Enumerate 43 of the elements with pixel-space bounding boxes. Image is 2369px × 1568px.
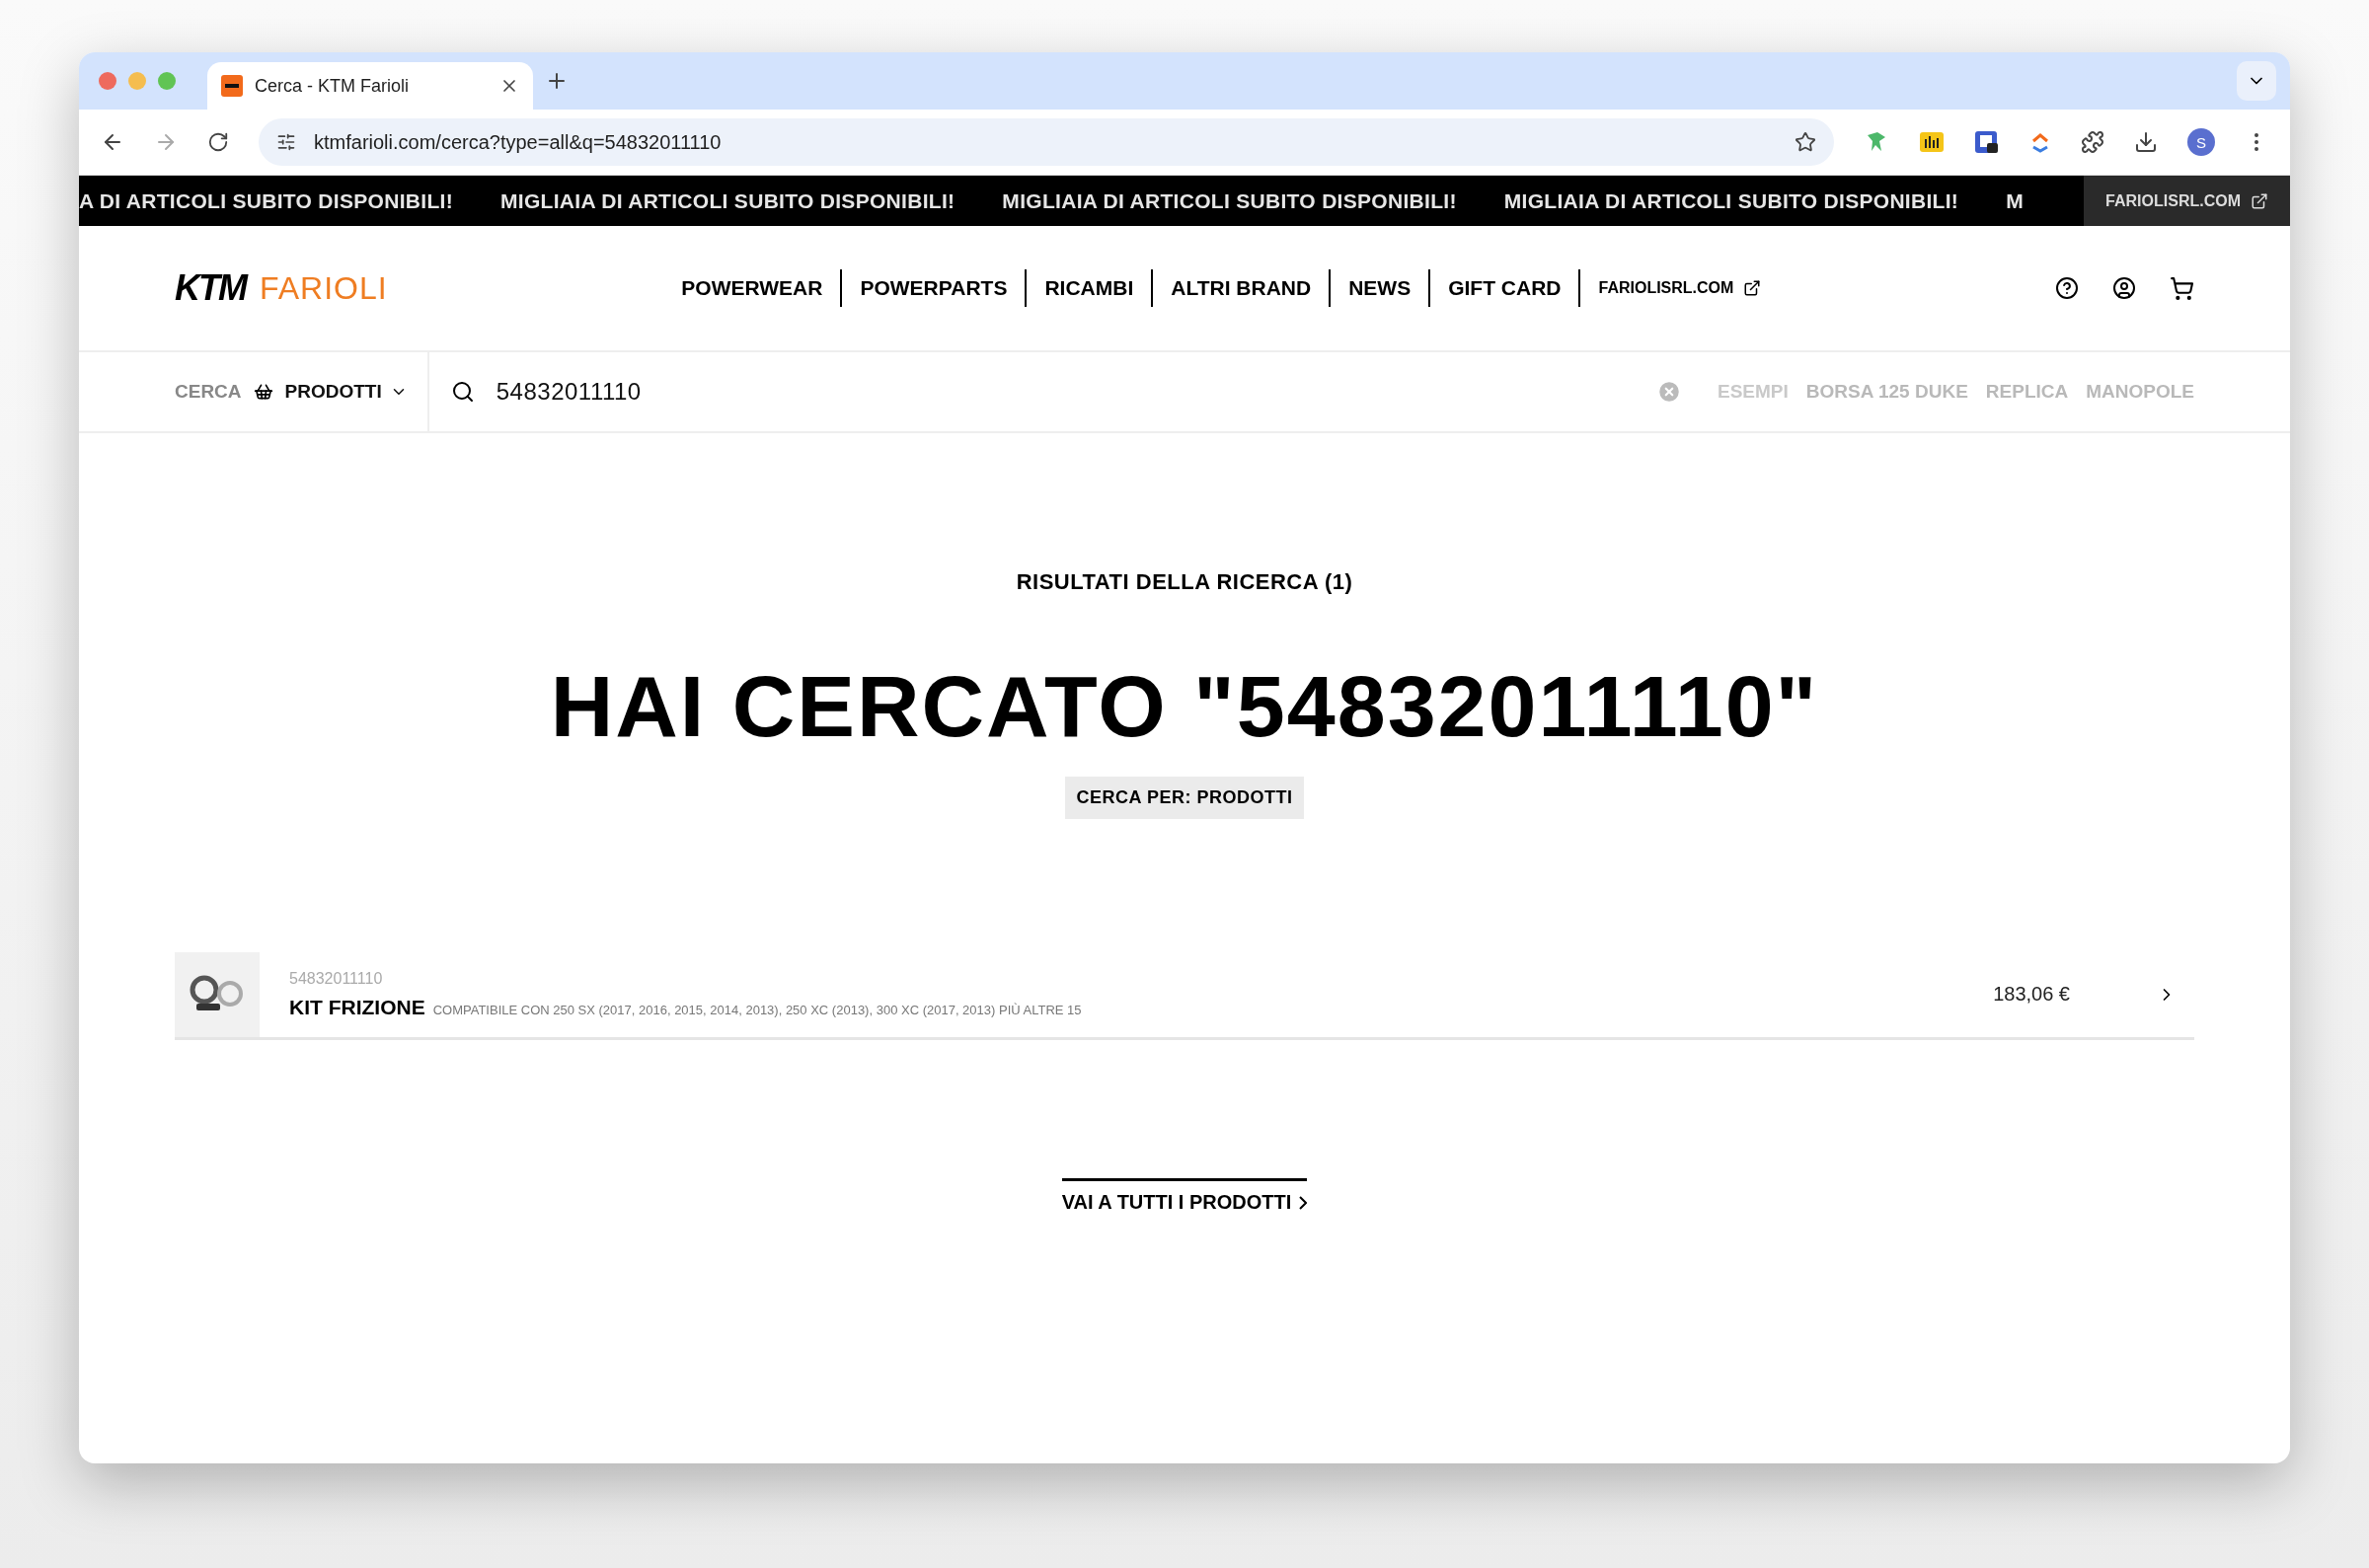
chevron-right-icon [1299,1195,1308,1210]
basket-icon [253,382,273,402]
search-title: HAI CERCATO "54832011110" [550,656,1819,757]
nav-link[interactable]: NEWS [1329,269,1429,307]
nav-link[interactable]: ALTRI BRAND [1151,269,1330,307]
extensions-puzzle-icon[interactable] [2081,130,2104,154]
compatibility-text: COMPATIBILE CON 250 SX (2017, 2016, 2015, 2014, 2013), 250 XC (2013), 300 XC (2017, 2013) PIÙ ALTRE 15 [432,1002,1082,1017]
help-icon[interactable] [2055,275,2079,301]
browser-tab[interactable]: Cerca - KTM Farioli [207,62,533,110]
profile-avatar[interactable]: S [2187,128,2215,156]
scope-dropdown[interactable]: PRODOTTI [284,381,408,403]
nav-link[interactable]: RICAMBI [1025,269,1152,307]
product-row[interactable]: 54832011110 KIT FRIZIONE COMPATIBILE CON 250 SX (2017, 2016, 2015, 2014, 2013), 250 XC (2013), 300 XC (2017, 2013) PIÙ ALTRE 15 183,06 € [175,951,2194,1040]
announcement-text: A DI ARTICOLI SUBITO DISPONIBILI! [79,188,453,213]
announcement-text: MIGLIAIA DI ARTICOLI SUBITO DISPONIBILI! [1503,188,1959,213]
external-link-icon [1743,279,1762,297]
search-icon [450,380,475,404]
favicon-icon [221,75,243,97]
results-count: RISULTATI DELLA RICERCA (1) [1016,569,1353,595]
all-products-link[interactable]: VAI A TUTTI I PRODOTTI [1061,1178,1308,1214]
site-settings-icon[interactable] [276,132,296,152]
external-site-link[interactable]: FARIOLISRL.COM [2084,176,2290,226]
account-icon[interactable] [2112,275,2136,301]
announcement-text: M [2006,188,2024,213]
nav-link[interactable]: GIFT CARD [1428,269,1579,307]
product-code: 54832011110 [289,969,384,988]
download-icon[interactable] [2134,130,2158,154]
product-name: KIT FRIZIONE [289,995,425,1019]
address-bar[interactable]: ktmfarioli.com/cerca?type=all&q=54832011110 [259,118,1834,166]
reload-icon[interactable] [207,131,229,153]
bookmark-star-icon[interactable] [1795,131,1816,153]
product-price: 183,06 € [1993,983,2070,1006]
store-logo[interactable]: KTM FARIOLI [175,267,388,309]
external-link-icon [2251,191,2268,210]
filter-tag: CERCA PER: PRODOTTI [1064,777,1305,819]
announcement-text: MIGLIAIA DI ARTICOLI SUBITO DISPONIBILI! [1002,188,1457,213]
search-label: CERCA [175,381,242,403]
bar-chart-icon[interactable] [1919,129,1945,155]
nav-link[interactable]: POWERPARTS [840,269,1026,307]
external-site-link[interactable]: FARIOLISRL.COM [1578,269,1780,307]
cart-icon[interactable] [2170,275,2194,301]
announcement-text: MIGLIAIA DI ARTICOLI SUBITO DISPONIBILI! [499,188,955,213]
nav-link[interactable]: POWERWEAR [663,269,841,307]
